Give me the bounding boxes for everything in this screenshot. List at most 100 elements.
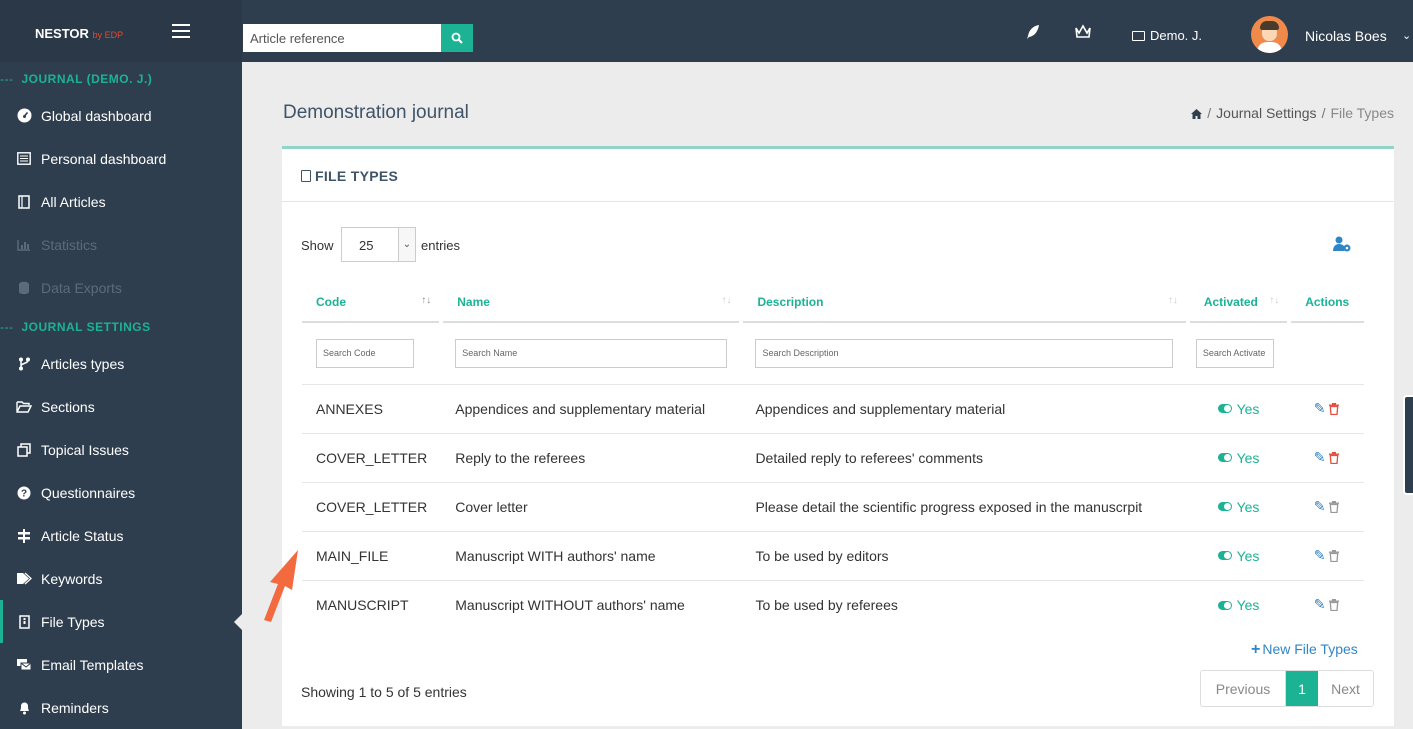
sidebar-item-personal-dashboard[interactable]: Personal dashboard [0, 137, 242, 180]
sidebar-item-data-exports[interactable]: Data Exports [0, 266, 242, 309]
toggle-on-icon [1217, 453, 1232, 463]
sidebar-item-email-templates[interactable]: Email Templates [0, 643, 242, 686]
sidebar-item-label: Keywords [41, 570, 103, 587]
bell-icon [16, 701, 32, 715]
sidebar-item-label: Personal dashboard [41, 150, 167, 167]
search-button[interactable] [441, 24, 473, 52]
trash-disabled-icon [1329, 500, 1340, 513]
cell-description: Please detail the scientific progress ex… [741, 481, 1188, 531]
new-file-type-button[interactable]: + New File Types [1251, 641, 1358, 659]
activated-toggle[interactable]: Yes [1217, 450, 1259, 466]
journal-label: Demo. J. [1150, 28, 1203, 43]
sidebar-item-topical-issues[interactable]: Topical Issues [0, 428, 242, 471]
file-archive-icon [16, 614, 32, 629]
breadcrumb-journal-settings[interactable]: Journal Settings [1216, 105, 1316, 121]
cell-code: ANNEXES [302, 383, 442, 433]
toggle-on-icon [1217, 404, 1232, 414]
active-item-pointer [234, 614, 242, 630]
column-header-name[interactable]: Name ↑↓ [441, 282, 744, 323]
search-name-input[interactable] [455, 338, 728, 368]
crown-icon[interactable] [1074, 24, 1092, 43]
trash-icon[interactable] [1329, 451, 1340, 464]
edit-icon[interactable]: ✎ [1314, 547, 1326, 564]
trash-disabled-icon [1329, 549, 1340, 562]
edit-icon[interactable]: ✎ [1314, 498, 1326, 515]
sidebar-item-label: File Types [41, 613, 105, 630]
cell-code: MAIN_FILE [302, 530, 442, 580]
cell-description: To be used by editors [741, 530, 1188, 580]
mail-bulk-icon [16, 658, 32, 672]
user-cog-icon[interactable] [1333, 236, 1351, 252]
file-types-table: Code ↑↓ Name ↑↓ Description ↑↓ Activated ↑↓ … [302, 282, 1364, 629]
table-row: MAIN_FILE Manuscript WITH authors' name … [302, 530, 1364, 580]
svg-text:?: ? [21, 488, 27, 499]
search-description-input[interactable] [755, 338, 1174, 368]
search-icon [451, 32, 463, 44]
sidebar-item-label: Global dashboard [41, 107, 152, 124]
sidebar-item-label: Email Templates [41, 656, 144, 673]
article-search-input[interactable] [243, 24, 441, 52]
pagination-next[interactable]: Next [1318, 671, 1373, 706]
menu-toggle-icon[interactable] [172, 24, 190, 38]
column-header-description[interactable]: Description ↑↓ [741, 282, 1190, 323]
sidebar-item-questionnaires[interactable]: ? Questionnaires [0, 471, 242, 514]
sidebar-item-statistics[interactable]: Statistics [0, 223, 242, 266]
sidebar-item-sections[interactable]: Sections [0, 385, 242, 428]
sidebar-item-label: Statistics [41, 236, 98, 253]
tags-icon [16, 572, 32, 586]
sidebar-section-journal: --- JOURNAL (DEMO. J.) [0, 72, 153, 86]
side-drawer-handle[interactable] [1403, 395, 1413, 495]
sidebar-item-article-status[interactable]: Article Status [0, 514, 242, 557]
chart-icon [16, 238, 32, 252]
edit-icon[interactable]: ✎ [1314, 400, 1326, 417]
entries-label: entries [421, 238, 461, 253]
sidebar-item-all-articles[interactable]: All Articles [0, 180, 242, 223]
show-label: Show [301, 238, 334, 253]
top-bar: NESTOR by EDP Demo. J. Nicolas Boes ⌄ [0, 0, 1413, 62]
page-length-select[interactable]: 25 ⌄ [341, 227, 416, 262]
user-name[interactable]: Nicolas Boes [1305, 28, 1387, 44]
activated-toggle[interactable]: Yes [1217, 548, 1259, 564]
search-code-input[interactable] [316, 338, 414, 368]
sort-icon: ↑↓ [1167, 295, 1178, 306]
sidebar-item-file-types[interactable]: File Types [0, 600, 242, 643]
dashboard-icon [16, 108, 32, 123]
edit-icon[interactable]: ✎ [1314, 449, 1326, 466]
chevron-down-icon[interactable]: ⌄ [1402, 29, 1411, 42]
sidebar-item-label: Questionnaires [41, 484, 136, 501]
avatar[interactable] [1251, 16, 1288, 53]
sort-asc-icon: ↑↓ [421, 295, 432, 306]
column-header-code[interactable]: Code ↑↓ [302, 282, 444, 323]
table-row: COVER_LETTER Cover letter Please detail … [302, 481, 1364, 531]
sidebar-item-keywords[interactable]: Keywords [0, 557, 242, 600]
home-icon[interactable] [1191, 106, 1203, 119]
breadcrumb-file-types: File Types [1330, 105, 1394, 121]
column-header-activated[interactable]: Activated ↑↓ [1187, 282, 1292, 323]
cell-code: COVER_LETTER [302, 432, 442, 482]
edit-icon[interactable]: ✎ [1314, 596, 1326, 613]
cell-name: Manuscript WITH authors' name [441, 530, 742, 580]
search-activated-input[interactable] [1195, 338, 1274, 368]
feather-icon[interactable] [1025, 24, 1041, 44]
sidebar-item-label: Articles types [41, 355, 125, 372]
file-icon [301, 170, 311, 182]
brand-logo[interactable]: NESTOR by EDP [35, 26, 123, 41]
activated-toggle[interactable]: Yes [1217, 499, 1259, 515]
pagination-page-1[interactable]: 1 [1286, 671, 1318, 706]
journal-switcher[interactable]: Demo. J. [1132, 28, 1202, 43]
activated-toggle[interactable]: Yes [1217, 597, 1259, 613]
trash-icon[interactable] [1329, 402, 1340, 415]
list-alt-icon [16, 152, 32, 166]
toggle-on-icon [1217, 502, 1232, 512]
sidebar-item-articles-types[interactable]: Articles types [0, 342, 242, 385]
cell-name: Cover letter [441, 481, 742, 531]
database-icon [16, 281, 32, 295]
annotation-arrow-icon [264, 550, 298, 622]
sidebar-item-global-dashboard[interactable]: Global dashboard [0, 94, 242, 137]
sidebar-item-label: Article Status [41, 527, 124, 544]
sidebar-item-reminders[interactable]: Reminders [0, 686, 242, 729]
activated-toggle[interactable]: Yes [1217, 401, 1259, 417]
pagination-previous[interactable]: Previous [1201, 671, 1286, 706]
brand-by: by EDP [92, 30, 124, 40]
column-header-actions: Actions [1289, 282, 1364, 323]
